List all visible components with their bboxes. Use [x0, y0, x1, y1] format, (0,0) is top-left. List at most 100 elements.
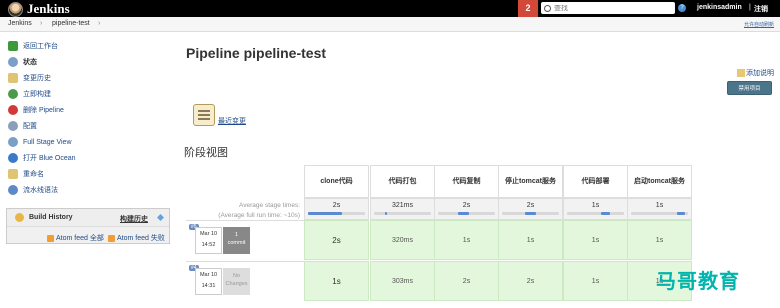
sidebar-item-label: 返回工作台	[23, 43, 58, 50]
sidebar-item-full-stage-view[interactable]: Full Stage View	[8, 136, 72, 148]
sidebar-item-rename[interactable]: 重命名	[8, 168, 44, 180]
help-icon	[8, 185, 18, 195]
jenkins-logo[interactable]: Jenkins	[8, 1, 70, 17]
build-time: 14:31	[201, 283, 216, 289]
notepad-icon	[193, 104, 215, 126]
stage-result-cell[interactable]: 320ms	[370, 220, 435, 260]
sidebar-item-label: 打开 Blue Ocean	[23, 155, 76, 162]
sidebar-item-changes[interactable]: 变更历史	[8, 72, 51, 84]
user-link[interactable]: jenkinsadmin	[697, 4, 742, 11]
sidebar-item-delete-pipeline[interactable]: 删除 Pipeline	[8, 104, 64, 116]
stage-average-time: 2s	[462, 202, 471, 209]
sidebar-item-build-now[interactable]: 立即构建	[8, 88, 51, 100]
rss-icon	[108, 234, 115, 242]
build-history-panel: Build History 构建历史 Atom feed 全部 Atom fee…	[6, 208, 170, 244]
stage-result-cell[interactable]: 1s	[304, 261, 369, 301]
stage-progress-fill	[601, 212, 610, 215]
add-description-label: 添加说明	[746, 70, 774, 77]
stage-header: 启动tomcat服务	[627, 165, 692, 198]
header-separator: |	[749, 4, 751, 11]
changes-label: Changes	[225, 281, 248, 287]
stage-progress-bar	[308, 212, 365, 215]
stage-progress-bar	[374, 212, 431, 215]
build-date-box: Mar 10 14:31	[195, 268, 222, 295]
disable-project-button[interactable]: 禁用项目	[727, 81, 772, 95]
sidebar-item-label: Full Stage View	[23, 138, 72, 146]
brand-name: Jenkins	[27, 1, 70, 16]
blue-ocean-icon	[8, 153, 18, 163]
search-box[interactable]	[541, 2, 675, 14]
stage-result-cell[interactable]: 2s	[434, 261, 499, 301]
breadcrumb-jenkins[interactable]: Jenkins	[8, 20, 32, 27]
stage-average-cell: 321ms	[370, 198, 435, 220]
build-date: Mar 10	[199, 231, 218, 237]
stage-progress-fill	[676, 212, 686, 215]
search-input[interactable]	[554, 4, 664, 12]
stage-view-title: 阶段视图	[184, 147, 228, 159]
stage-average-cell: 2s	[498, 198, 563, 220]
atom-feed-all-link[interactable]: Atom feed 全部	[47, 233, 104, 243]
stage-progress-bar	[631, 212, 688, 215]
build-date-box: Mar 10 14:52	[195, 227, 222, 254]
atom-feed-failed-label: Atom feed 失败	[117, 235, 165, 242]
build-history-icon	[15, 213, 24, 222]
atom-feed-failed-link[interactable]: Atom feed 失败	[108, 233, 165, 243]
sidebar-item-back-dashboard[interactable]: 返回工作台	[8, 40, 58, 52]
help-icon[interactable]: ?	[678, 4, 686, 12]
stage-result-cell[interactable]: 1s	[627, 220, 692, 260]
build-run-info[interactable]: #4 Mar 10 14:31 No Changes	[186, 261, 304, 301]
up-arrow-icon	[8, 41, 18, 51]
stage-progress-fill	[524, 212, 537, 215]
search-icon	[544, 4, 551, 12]
edit-note-icon	[737, 69, 745, 77]
notepad-icon	[8, 73, 18, 83]
build-changes-box[interactable]: 1 commit	[223, 227, 250, 254]
changes-count: No	[232, 273, 241, 279]
stage-average-cell: 1s	[627, 198, 692, 220]
breadcrumb-arrow: ›	[40, 20, 43, 27]
gear-icon	[8, 121, 18, 131]
stage-result-cell[interactable]: 1s	[563, 261, 628, 301]
average-stage-times-text: Average stage times:	[239, 202, 300, 209]
stage-result-cell[interactable]: 303ms	[370, 261, 435, 301]
stage-result-cell[interactable]: 1s	[563, 220, 628, 260]
stage-header: 代码打包	[370, 165, 435, 198]
notification-badge[interactable]: 2	[518, 0, 538, 17]
stage-result-cell[interactable]: 1s	[498, 220, 563, 260]
clock-play-icon	[8, 89, 18, 99]
stage-progress-fill	[385, 212, 388, 215]
build-run-info[interactable]: #5 Mar 10 14:52 1 commit	[186, 220, 304, 260]
breadcrumb-pipeline-test[interactable]: pipeline-test	[52, 20, 90, 27]
breadcrumb: Jenkins › pipeline-test › 允许自动刷新	[0, 17, 780, 32]
stage-header: 代码部署	[563, 165, 628, 198]
add-description-link[interactable]: 添加说明	[737, 68, 774, 78]
stage-average-time: 2s	[526, 202, 535, 209]
logout-link[interactable]: 注销	[754, 4, 768, 14]
sidebar-item-label: 配置	[23, 123, 37, 130]
build-trend-link[interactable]: 构建历史	[120, 214, 148, 224]
stage-result-cell[interactable]: 2s	[498, 261, 563, 301]
trend-diamond-icon[interactable]	[157, 214, 164, 221]
atom-feed-all-label: Atom feed 全部	[56, 235, 104, 242]
stage-result-cell[interactable]: 2s	[304, 220, 369, 260]
stage-header: 停止tomcat服务	[498, 165, 563, 198]
stage-result-cell[interactable]: 1s	[434, 220, 499, 260]
breadcrumb-arrow: ›	[98, 20, 101, 27]
sidebar-item-configure[interactable]: 配置	[8, 120, 37, 132]
build-date: Mar 10	[199, 272, 218, 278]
sidebar-item-blue-ocean[interactable]: 打开 Blue Ocean	[8, 152, 76, 164]
sidebar-item-status[interactable]: 状态	[8, 56, 37, 68]
search-icon	[8, 57, 18, 67]
recent-changes-link[interactable]: 最近变更	[193, 104, 246, 126]
build-changes-box[interactable]: No Changes	[223, 268, 250, 295]
notepad-icon	[8, 169, 18, 179]
auto-refresh-link[interactable]: 允许自动刷新	[744, 21, 774, 28]
sidebar-item-pipeline-syntax[interactable]: 流水线语法	[8, 184, 58, 196]
stage-progress-bar	[502, 212, 559, 215]
stage-header: 代码复制	[434, 165, 499, 198]
stage-progress-bar	[567, 212, 624, 215]
changes-count: 1	[234, 232, 239, 238]
stage-average-cell: 2s	[434, 198, 499, 220]
changes-label: commit	[227, 240, 246, 246]
build-time: 14:52	[201, 242, 216, 248]
